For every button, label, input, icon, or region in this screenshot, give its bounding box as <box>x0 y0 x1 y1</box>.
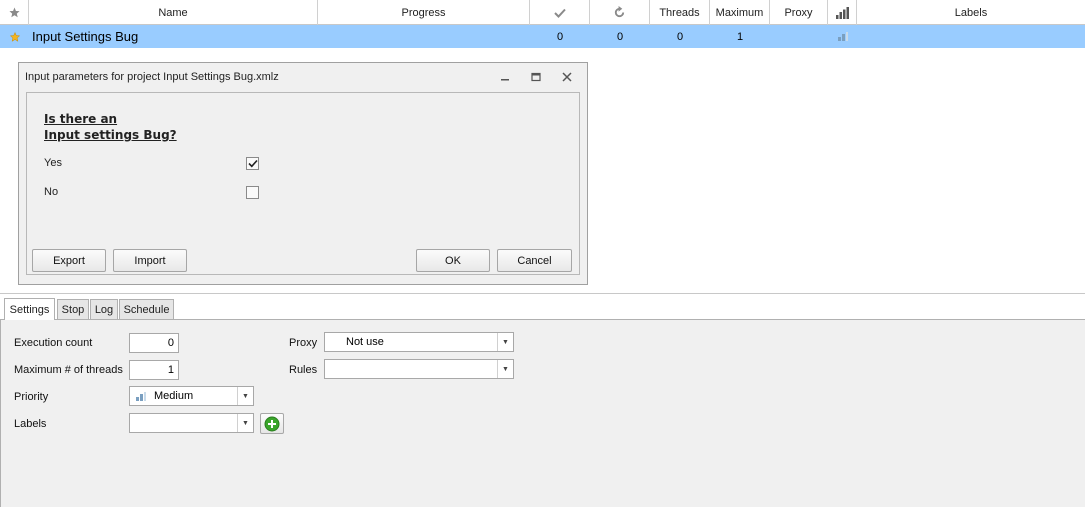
signal-bars-icon <box>835 6 849 19</box>
star-column-header[interactable] <box>0 0 29 25</box>
chevron-down-icon[interactable]: ▼ <box>237 387 253 405</box>
proxy-value: Not use <box>346 336 384 348</box>
tab-schedule[interactable]: Schedule <box>119 299 174 320</box>
checkmark-icon <box>553 8 566 18</box>
maximum-column-header[interactable]: Maximum <box>710 0 770 25</box>
rules-select[interactable]: ▼ <box>324 359 514 379</box>
repeat-column-header[interactable] <box>590 0 650 25</box>
refresh-icon <box>614 6 625 18</box>
rules-label: Rules <box>289 364 318 376</box>
proxy-label: Proxy <box>289 337 318 349</box>
priority-label: Priority <box>14 391 49 403</box>
proxy-select[interactable]: Not use ▼ <box>324 332 514 352</box>
name-column-header[interactable]: Name <box>29 0 318 25</box>
row-priority <box>828 25 857 48</box>
add-label-button[interactable] <box>260 413 284 434</box>
labels-column-header[interactable]: Labels <box>857 0 1085 25</box>
row-maximum: 1 <box>736 30 744 43</box>
proxy-column-header[interactable]: Proxy <box>770 0 828 25</box>
star-icon <box>9 31 20 42</box>
execution-count-input[interactable]: 0 <box>129 333 179 353</box>
grid-header: Name Progress Threads Maximum Proxy Labe… <box>0 0 1085 25</box>
star-icon <box>8 7 20 18</box>
input-parameters-dialog: Input parameters for project Input Setti… <box>18 62 588 285</box>
question-line-2: Input settings Bug? <box>44 128 177 142</box>
question-line-1: Is there an <box>44 112 118 126</box>
tab-log[interactable]: Log <box>90 299 118 320</box>
import-button[interactable]: Import <box>113 249 187 272</box>
row-threads: 0 <box>676 30 684 43</box>
project-row[interactable]: Input Settings Bug 0 0 0 1 <box>0 25 1085 48</box>
tab-stop[interactable]: Stop <box>57 299 89 320</box>
close-icon[interactable] <box>559 70 575 84</box>
labels-select[interactable]: ▼ <box>129 413 254 433</box>
cancel-button[interactable]: Cancel <box>497 249 572 272</box>
splitter[interactable] <box>0 293 1085 294</box>
minimize-icon[interactable] <box>497 70 513 84</box>
tab-settings[interactable]: Settings <box>4 298 55 320</box>
ok-button[interactable]: OK <box>416 249 490 272</box>
max-threads-label: Maximum # of threads <box>14 364 123 376</box>
chevron-down-icon[interactable]: ▼ <box>497 333 513 351</box>
option-yes-label: Yes <box>44 157 62 169</box>
success-column-header[interactable] <box>530 0 590 25</box>
priority-select[interactable]: Medium ▼ <box>129 386 254 406</box>
progress-column-header[interactable]: Progress <box>318 0 530 25</box>
option-yes-checkbox[interactable] <box>246 157 259 170</box>
chevron-down-icon[interactable]: ▼ <box>237 414 253 432</box>
dialog-body: Is there an Input settings Bug? Yes No E… <box>26 92 580 275</box>
priority-medium-icon <box>837 32 848 41</box>
maximize-icon[interactable] <box>528 70 544 84</box>
checkmark-icon <box>247 159 258 168</box>
row-name: Input Settings Bug <box>32 29 139 44</box>
priority-value: Medium <box>154 390 194 402</box>
threads-column-header[interactable]: Threads <box>650 0 710 25</box>
favorite-star[interactable] <box>0 25 29 48</box>
chevron-down-icon[interactable]: ▼ <box>497 360 513 378</box>
option-no-checkbox[interactable] <box>246 186 259 199</box>
option-no-label: No <box>44 186 59 198</box>
row-success-count: 0 <box>556 30 564 43</box>
export-button[interactable]: Export <box>32 249 106 272</box>
plus-circle-icon <box>264 416 280 431</box>
labels-label: Labels <box>14 418 47 430</box>
row-repeat-count: 0 <box>616 30 624 43</box>
priority-medium-icon <box>136 391 146 401</box>
priority-column-header[interactable] <box>828 0 857 25</box>
max-threads-input[interactable]: 1 <box>129 360 179 380</box>
execution-count-label: Execution count <box>14 337 93 349</box>
